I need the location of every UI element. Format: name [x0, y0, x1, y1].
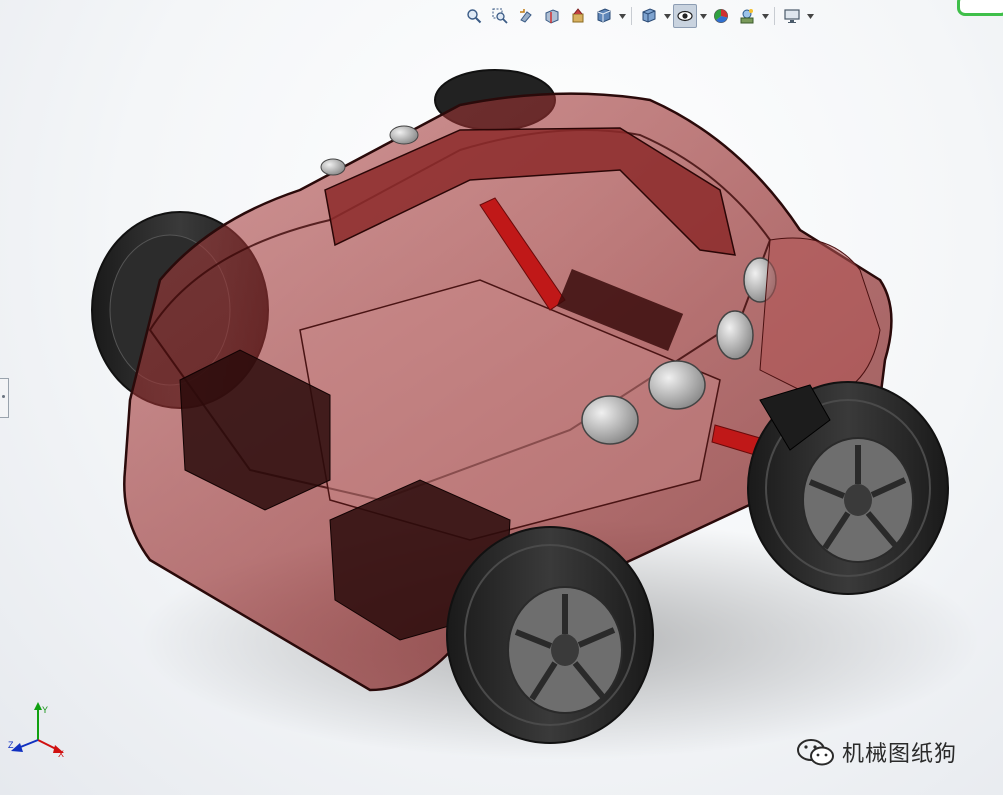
- y-axis-label: Y: [42, 705, 49, 715]
- wechat-logo-icon: [797, 739, 834, 766]
- watermark-text: 机械图纸狗: [842, 742, 958, 767]
- coordinate-triad: X Y Z: [6, 700, 70, 766]
- robot-car-model-viewport[interactable]: [0, 0, 1003, 795]
- z-axis-label: Z: [8, 740, 14, 750]
- front-left-wheel: [446, 526, 654, 744]
- x-axis-label: X: [58, 749, 65, 759]
- front-roller-wheel: [759, 237, 881, 401]
- watermark: 机械图纸狗: [796, 736, 957, 768]
